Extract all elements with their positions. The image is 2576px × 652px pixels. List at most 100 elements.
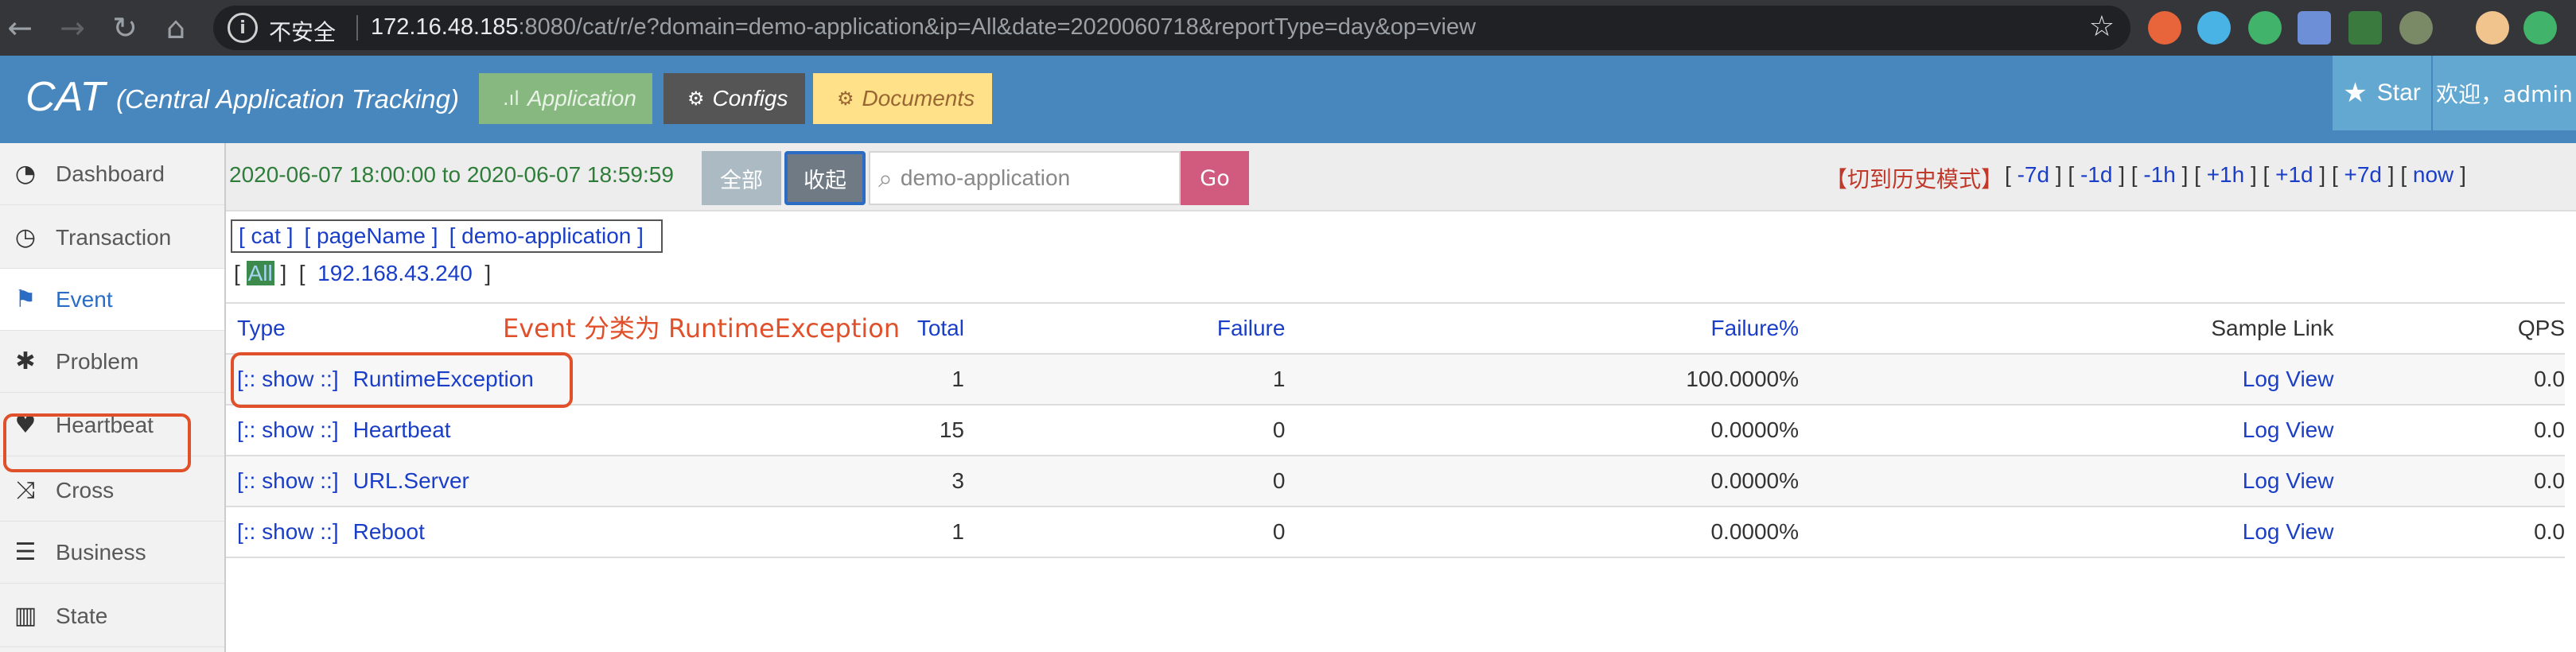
failure-pct-cell: 0.0000%: [1285, 405, 1800, 456]
reload-icon[interactable]: ↻: [105, 8, 145, 48]
address-bar[interactable]: i 不安全 172.16.48.185:8080/cat/r/e?domain=…: [213, 6, 2130, 50]
main-content: 2020-06-07 18:00:00 to 2020-06-07 18:59:…: [226, 143, 2576, 652]
breadcrumb: [ cat ] [ pageName ] [ demo-application …: [231, 219, 663, 253]
failure-cell: 0: [963, 405, 1286, 456]
sidebar-item-transaction[interactable]: ◷ Transaction: [0, 207, 224, 269]
search-icon: ⌕: [878, 162, 893, 193]
table-row: [:: show ::] URL.Server 3 0 0.0000% Log V…: [226, 456, 2565, 507]
type-name-link[interactable]: Reboot: [353, 519, 425, 544]
runtime-exception-highlight-box: [231, 352, 573, 408]
log-view-link[interactable]: Log View: [2243, 468, 2334, 493]
go-button[interactable]: Go: [1181, 151, 1249, 205]
sidebar: ◔ Dashboard ◷ Transaction ⚑ Event ✱ Problem …: [0, 143, 226, 652]
update-icon[interactable]: [2523, 11, 2557, 45]
sidebar-item-state[interactable]: ▥ State: [0, 585, 224, 647]
extension-orange-icon[interactable]: [2148, 11, 2181, 45]
sort-type-link[interactable]: Type: [237, 316, 286, 340]
log-view-link[interactable]: Log View: [2243, 367, 2334, 391]
domain-search-input[interactable]: [898, 165, 1165, 192]
clock-icon: ◷: [14, 223, 37, 251]
documents-label: Documents: [862, 86, 975, 111]
app-header: CAT (Central Application Tracking) .ıl Ap…: [0, 56, 2576, 143]
type-cell: [:: show ::] URL.Server: [226, 456, 783, 507]
ip-filter: [ All ] [ 192.168.43.240 ]: [234, 261, 492, 285]
url-host: 172.16.48.185: [371, 14, 519, 40]
time-link-now[interactable]: now: [2413, 162, 2453, 187]
configs-button[interactable]: ⚙ Configs: [663, 73, 805, 124]
failure-pct-cell: 100.0000%: [1285, 354, 1800, 406]
url-path: :8080/cat/r/e?domain=demo-application&ip…: [518, 14, 1477, 40]
extension-on-icon[interactable]: [2348, 11, 2382, 45]
extension-diamond-icon[interactable]: [2197, 11, 2231, 45]
history-mode-link[interactable]: 【切到历史模式】: [1825, 162, 2003, 194]
forward-icon[interactable]: →: [53, 8, 92, 48]
sort-total-link[interactable]: Total: [917, 316, 964, 340]
breadcrumb-pagename[interactable]: [ pageName ]: [304, 223, 438, 249]
sidebar-item-label: Business: [56, 539, 146, 565]
info-icon[interactable]: i: [228, 13, 258, 43]
sidebar-item-label: Dashboard: [56, 161, 165, 186]
annotation-text: Event 分类为 RuntimeException: [503, 313, 901, 343]
back-icon[interactable]: ←: [0, 8, 40, 48]
extension-grid-icon[interactable]: [2298, 11, 2331, 45]
list-icon: ☰: [14, 538, 37, 566]
domain-search: ⌕: [869, 151, 1181, 205]
show-link[interactable]: [:: show ::]: [237, 417, 339, 442]
qps-cell: 0.0: [2333, 506, 2565, 558]
ip-filter-address[interactable]: 192.168.43.240: [317, 261, 473, 285]
show-link[interactable]: [:: show ::]: [237, 468, 339, 493]
time-link-plus-7d[interactable]: +7d: [2344, 162, 2383, 187]
total-cell: 1: [782, 354, 964, 406]
ip-filter-all[interactable]: All: [246, 261, 274, 285]
time-link-minus-1h[interactable]: -1h: [2143, 162, 2175, 187]
type-name-link[interactable]: URL.Server: [353, 468, 469, 493]
type-cell: [:: show ::] Heartbeat: [226, 405, 783, 456]
welcome-text: 欢迎，admin: [2436, 81, 2573, 107]
log-view-link[interactable]: Log View: [2243, 417, 2334, 442]
sidebar-item-dashboard[interactable]: ◔ Dashboard: [0, 143, 224, 205]
extension-pen-icon[interactable]: [2399, 11, 2433, 45]
total-cell: 1: [782, 506, 964, 558]
user-menu[interactable]: 欢迎，admin: [2431, 56, 2576, 130]
failure-pct-cell: 0.0000%: [1285, 506, 1800, 558]
table-row: [:: show ::] Heartbeat 15 0 0.0000% Log V…: [226, 405, 2565, 456]
collapse-button[interactable]: 收起: [784, 151, 866, 205]
brand-logo[interactable]: CAT: [25, 73, 105, 121]
signal-icon: .ıl: [503, 87, 519, 110]
col-header-failure[interactable]: Failure: [963, 302, 1286, 355]
event-highlight-box: [3, 413, 191, 472]
sample-link-cell: Log View: [1799, 456, 2334, 507]
breadcrumb-cat[interactable]: [ cat ]: [239, 223, 293, 249]
breadcrumb-domain[interactable]: [ demo-application ]: [449, 223, 644, 249]
table-row: [:: show ::] RuntimeException 1 1 100.000…: [226, 354, 2565, 406]
sidebar-item-label: Cross: [56, 477, 115, 503]
shuffle-icon: ⤨: [16, 476, 35, 504]
star-button[interactable]: ★ Star: [2333, 56, 2431, 130]
failure-pct-cell: 0.0000%: [1285, 456, 1800, 507]
type-name-link[interactable]: Heartbeat: [353, 417, 451, 442]
home-icon[interactable]: ⌂: [156, 8, 196, 48]
url-text[interactable]: 172.16.48.185:8080/cat/r/e?domain=demo-a…: [371, 14, 1476, 41]
sort-failure-link[interactable]: Failure: [1217, 316, 1286, 340]
time-nav: [ -7d ] [ -1d ] [ -1h ] [ +1h ] [ +1d ] …: [2005, 162, 2466, 187]
extension-check-icon[interactable]: [2248, 11, 2282, 45]
sort-failure-pct-link[interactable]: Failure%: [1711, 316, 1799, 340]
qps-cell: 0.0: [2333, 456, 2565, 507]
sidebar-item-problem[interactable]: ✱ Problem: [0, 331, 224, 393]
divider: [356, 15, 358, 41]
col-header-failure-pct[interactable]: Failure%: [1285, 302, 1800, 355]
time-link-plus-1d[interactable]: +1d: [2275, 162, 2313, 187]
time-link-minus-1d[interactable]: -1d: [2080, 162, 2112, 187]
sidebar-item-business[interactable]: ☰ Business: [0, 522, 224, 584]
documents-button[interactable]: ⚙ Documents: [813, 73, 992, 124]
sidebar-item-event[interactable]: ⚑ Event: [0, 269, 224, 331]
time-link-plus-1h[interactable]: +1h: [2207, 162, 2245, 187]
application-button[interactable]: .ıl Application: [479, 73, 652, 124]
profile-avatar[interactable]: [2476, 11, 2509, 45]
show-link[interactable]: [:: show ::]: [237, 519, 339, 544]
sample-link-cell: Log View: [1799, 506, 2334, 558]
all-button[interactable]: 全部: [702, 151, 781, 205]
time-link-minus-7d[interactable]: -7d: [2018, 162, 2049, 187]
log-view-link[interactable]: Log View: [2243, 519, 2334, 544]
bookmark-star-icon[interactable]: ☆: [2089, 10, 2115, 43]
